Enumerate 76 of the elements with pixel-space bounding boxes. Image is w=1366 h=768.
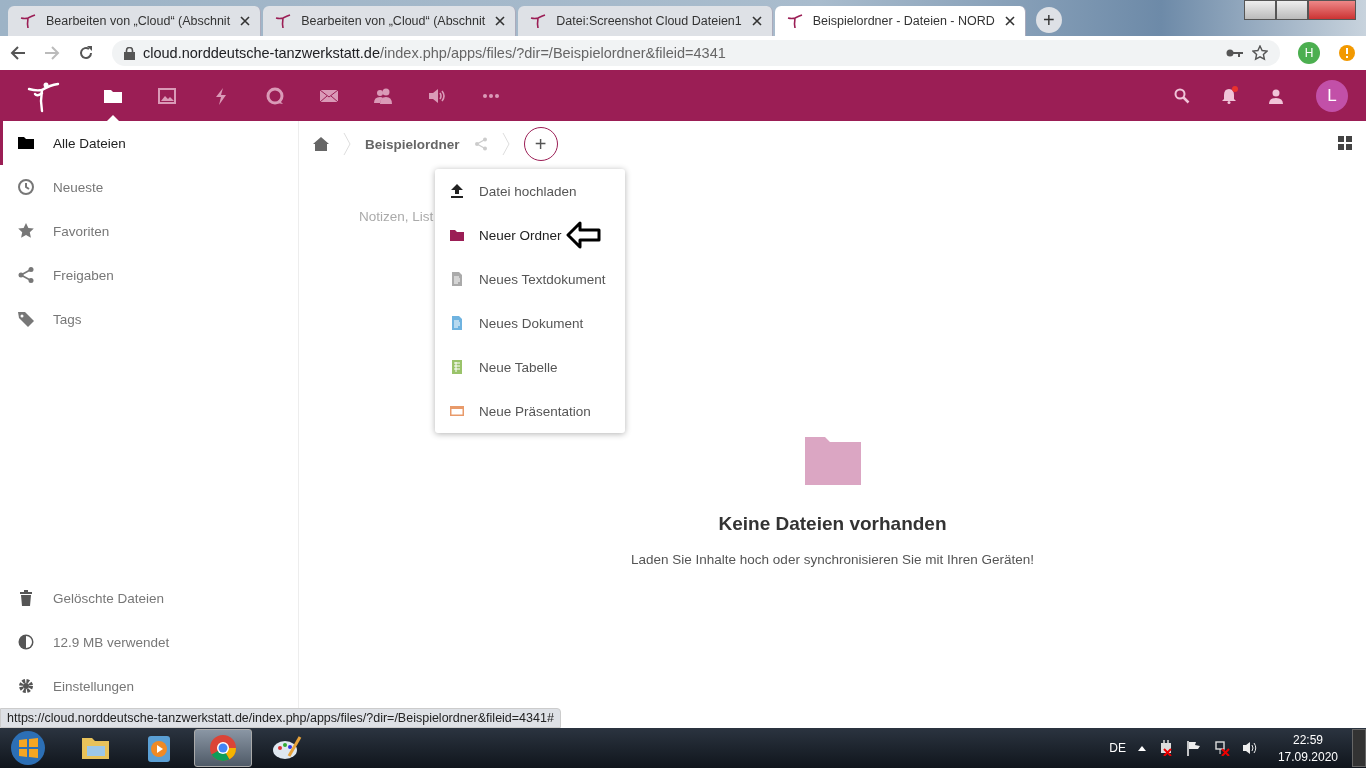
clock-time[interactable]: 22:59 [1292,732,1323,747]
speaker-icon[interactable] [1241,740,1258,756]
sidebar-item[interactable]: Neueste [0,165,298,209]
address-bar[interactable]: cloud.norddeutsche-tanzwerkstatt.de/index.php/apps/files/?dir=/Beispielordner&fileid=4341 [112,40,1280,66]
close-icon[interactable] [240,16,251,26]
text-file-icon [449,271,465,287]
favicon-icon [20,13,36,29]
home-icon[interactable] [313,137,329,151]
presentation-icon [449,403,465,419]
menu-item[interactable]: Neues Dokument [435,301,625,345]
sidebar-item[interactable]: Favoriten [0,209,298,253]
share-icon [17,266,35,284]
language-indicator[interactable]: DE [1109,741,1126,755]
folder-icon [804,437,861,485]
reload-icon[interactable] [78,45,94,61]
chat-bubble-icon[interactable] [265,85,285,106]
sidebar-item[interactable]: Alle Dateien [0,121,298,165]
new-tab-button[interactable]: + [1035,7,1062,33]
sidebar-item[interactable]: 12.9 MB verwendet [0,620,298,664]
tray-expand-icon[interactable] [1137,745,1146,751]
flag-icon[interactable] [1185,740,1202,756]
bell-icon[interactable] [1222,87,1236,104]
favicon-icon [275,13,292,29]
favicon-icon [530,13,547,29]
menu-item[interactable]: Neuer Ordner [435,213,625,257]
menu-item[interactable]: Neue Tabelle [435,345,625,389]
start-button[interactable] [8,729,48,767]
sidebar-item[interactable]: Gelöschte Dateien [0,576,298,620]
close-icon[interactable] [495,16,506,26]
breadcrumb-separator-icon [501,133,510,155]
add-button[interactable]: + [523,127,558,161]
window-controls-icon[interactable] [1244,0,1356,20]
spreadsheet-icon [449,359,465,375]
pie-chart-icon [17,633,35,651]
breadcrumb-link[interactable]: Beispielordner [365,136,460,152]
user-avatar[interactable]: L [1316,79,1348,112]
network-icon[interactable] [1213,740,1230,756]
browser-tab[interactable]: Beispielordner - Dateien - NORD [774,6,1026,36]
sidebar-item[interactable]: Einstellungen [0,664,298,708]
clock-icon [17,178,35,196]
folder-icon [449,227,465,243]
hint-text: Notizen, List [359,209,435,224]
trash-icon [17,589,35,607]
folder-icon [17,134,35,152]
browser-tab[interactable]: Bearbeiten von „Cloud“ (Abschnit [8,6,262,36]
contacts-menu-icon[interactable] [1268,87,1284,104]
menu-item[interactable]: Datei hochladen [435,169,625,213]
sidebar-item[interactable]: Tags [0,297,298,341]
active-app-indicator [107,115,119,121]
lock-icon [124,46,135,60]
link-preview: https://cloud.norddeutsche-tanzwerkstatt.de/index.php/apps/files/?dir=/Beispielordner&fileid=4341# [0,708,561,728]
menu-item[interactable]: Neue Präsentation [435,389,625,433]
document-icon [449,315,465,331]
key-icon[interactable] [1226,48,1244,58]
grid-view-icon[interactable] [1338,136,1352,150]
upload-icon [449,183,465,199]
favicon-icon [786,13,803,29]
gear-icon [17,677,35,695]
empty-message: Laden Sie Inhalte hoch oder synchronisieren Sie mit Ihren Geräten! [631,552,1034,567]
sidebar-item[interactable]: Freigaben [0,253,298,297]
breadcrumb-separator-icon [343,133,351,155]
image-icon[interactable] [157,85,177,106]
menu-item[interactable]: Neues Textdokument [435,257,625,301]
browser-tab[interactable]: Datei:Screenshot Cloud Dateien1 [518,6,773,36]
search-icon[interactable] [1174,87,1190,104]
empty-title: Keine Dateien vorhanden [718,513,947,535]
back-icon[interactable] [10,45,26,61]
close-icon[interactable] [751,16,762,26]
annotation-arrow-icon [565,220,602,250]
star-icon [17,222,35,240]
bookmark-star-icon[interactable] [1252,45,1268,61]
clock-date[interactable]: 17.09.2020 [1277,749,1338,764]
browser-tab[interactable]: Bearbeiten von „Cloud“ (Abschnit [263,6,517,36]
tag-icon [17,310,35,328]
close-icon[interactable] [1004,16,1015,26]
chrome-icon[interactable] [207,732,239,764]
